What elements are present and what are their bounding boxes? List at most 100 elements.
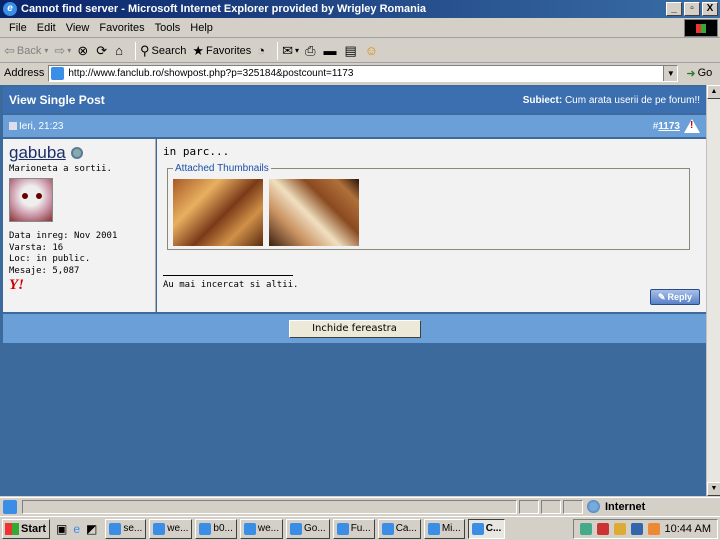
mail-button[interactable]: ✉ ▾	[282, 43, 299, 59]
page-title: View Single Post	[9, 93, 105, 107]
refresh-icon: ⟳	[96, 42, 108, 58]
back-button[interactable]: ⇦ Back ▾	[4, 43, 48, 59]
edit-button[interactable]: ▤	[344, 43, 358, 59]
folder-button[interactable]: ▬	[323, 43, 338, 58]
ie-quicklaunch-icon[interactable]: e	[73, 522, 80, 536]
system-tray: 10:44 AM	[572, 519, 718, 539]
menu-help[interactable]: Help	[185, 22, 218, 34]
attachment-thumbnail[interactable]	[269, 179, 359, 246]
globe-icon	[587, 500, 600, 513]
edit-icon: ▤	[344, 42, 357, 58]
smiley-tray-icon[interactable]	[647, 523, 660, 535]
post-header: View Single Post Subiect: Cum arata user…	[3, 87, 706, 113]
address-dropdown-icon[interactable]: ▼	[663, 65, 678, 81]
favorites-button[interactable]: ★ Favorites	[192, 43, 251, 59]
minimize-button[interactable]: _	[666, 2, 682, 16]
report-icon[interactable]	[684, 119, 700, 133]
reply-icon: ✎	[657, 291, 666, 302]
address-input[interactable]: http://www.fanclub.ro/showpost.php?p=325…	[48, 64, 679, 82]
outlook-icon[interactable]: ◩	[86, 522, 97, 536]
folder-icon: ▬	[323, 43, 337, 58]
task-button-active[interactable]: C...	[467, 518, 506, 539]
toolbar: ⇦ Back ▾ ⇨ ▾ ⊗ ⟳ ⌂ ⚲ Search ★ Favorites ◔ ✉ ▾ …	[0, 39, 720, 63]
post-text: in parc...	[163, 145, 230, 158]
antivirus-icon[interactable]	[596, 523, 609, 535]
post-icon	[9, 122, 17, 130]
task-button[interactable]: b0...	[195, 518, 237, 539]
refresh-button[interactable]: ⟳	[96, 43, 109, 59]
post-number-link[interactable]: 1173	[658, 121, 680, 132]
footer-bar: Inchide fereastra	[3, 314, 706, 343]
go-button[interactable]: ➜ Go	[686, 67, 712, 80]
attachment-thumbnail[interactable]	[173, 179, 263, 246]
app-icon	[243, 522, 256, 535]
desktop-icon[interactable]: ▣	[56, 522, 67, 536]
home-button[interactable]: ⌂	[115, 43, 125, 58]
address-bar: Address http://www.fanclub.ro/showpost.p…	[0, 63, 720, 83]
messenger-tray-icon[interactable]	[613, 523, 626, 535]
task-button[interactable]: Fu...	[332, 518, 375, 539]
menu-tools[interactable]: Tools	[150, 22, 186, 34]
print-button[interactable]: ⎙	[305, 43, 317, 59]
quick-launch: ▣ e ◩	[56, 522, 97, 536]
vertical-scrollbar[interactable]: ▲ ▼	[706, 85, 720, 496]
status-page-icon	[3, 499, 17, 514]
close-window-button[interactable]: Inchide fereastra	[288, 319, 421, 338]
go-arrow-icon: ➜	[686, 67, 696, 80]
forward-button[interactable]: ⇨ ▾	[54, 43, 71, 59]
subject: Subiect: Cum arata userii de pe forum!!	[522, 94, 700, 106]
close-button[interactable]: X	[702, 2, 718, 16]
messenger-icon: ☺	[364, 43, 379, 58]
history-icon: ◔	[257, 43, 266, 58]
menu-favorites[interactable]: Favorites	[94, 22, 149, 34]
username-link[interactable]: gabuba	[9, 143, 149, 163]
ie-icon: e	[3, 2, 17, 16]
history-button[interactable]: ◔	[257, 43, 267, 58]
status-bar: Internet	[0, 497, 720, 515]
signature: Au mai incercat si altii.	[163, 280, 299, 290]
menu-view[interactable]: View	[61, 22, 95, 34]
yahoo-icon[interactable]: Y!	[9, 277, 149, 294]
app-icon	[427, 522, 440, 535]
avatar	[9, 178, 53, 222]
windows-flag-icon	[5, 522, 19, 535]
search-button[interactable]: ⚲ Search	[140, 43, 186, 59]
app-icon	[109, 522, 122, 535]
task-button[interactable]: we...	[149, 518, 193, 539]
scroll-down-icon[interactable]: ▼	[707, 482, 720, 496]
scroll-up-icon[interactable]: ▲	[707, 85, 720, 99]
app-icon	[153, 522, 166, 535]
task-button[interactable]: se...	[105, 518, 147, 539]
network-icon[interactable]	[579, 523, 592, 535]
search-icon: ⚲	[139, 42, 150, 58]
task-button[interactable]: Mi...	[423, 518, 465, 539]
signature-divider	[163, 275, 293, 276]
menu-file[interactable]: File	[4, 22, 32, 34]
menu-edit[interactable]: Edit	[32, 22, 61, 34]
globe-tray-icon[interactable]	[630, 523, 643, 535]
attachments-legend: Attached Thumbnails	[173, 163, 271, 174]
security-zone: Internet	[587, 500, 645, 513]
start-button[interactable]: Start	[2, 518, 50, 539]
user-panel: gabuba Marioneta a sortii. Data inreg: N…	[3, 139, 156, 312]
stop-button[interactable]: ⊗	[77, 43, 90, 59]
print-icon: ⎙	[305, 42, 316, 58]
favorites-icon: ★	[192, 42, 205, 58]
attachments-box: Attached Thumbnails	[167, 163, 690, 250]
task-button[interactable]: Go...	[286, 518, 330, 539]
window-titlebar: e Cannot find server - Microsoft Interne…	[0, 0, 720, 18]
app-icon	[471, 522, 484, 535]
clock: 10:44 AM	[664, 523, 711, 535]
user-age: Varsta: 16	[9, 242, 64, 253]
post-number: #1173	[653, 119, 700, 133]
reply-button[interactable]: ✎ Reply	[650, 289, 700, 305]
user-title: Marioneta a sortii.	[9, 164, 112, 174]
task-button[interactable]: Ca...	[377, 518, 421, 539]
menu-bar: File Edit View Favorites Tools Help	[0, 18, 720, 38]
home-icon: ⌂	[115, 43, 123, 58]
task-list: se... we... b0... we... Go... Fu... Ca..…	[105, 518, 506, 539]
task-button[interactable]: we...	[239, 518, 283, 539]
offline-status-icon	[70, 147, 83, 159]
restore-button[interactable]: ▫	[684, 2, 700, 16]
messenger-button[interactable]: ☺	[365, 43, 380, 58]
